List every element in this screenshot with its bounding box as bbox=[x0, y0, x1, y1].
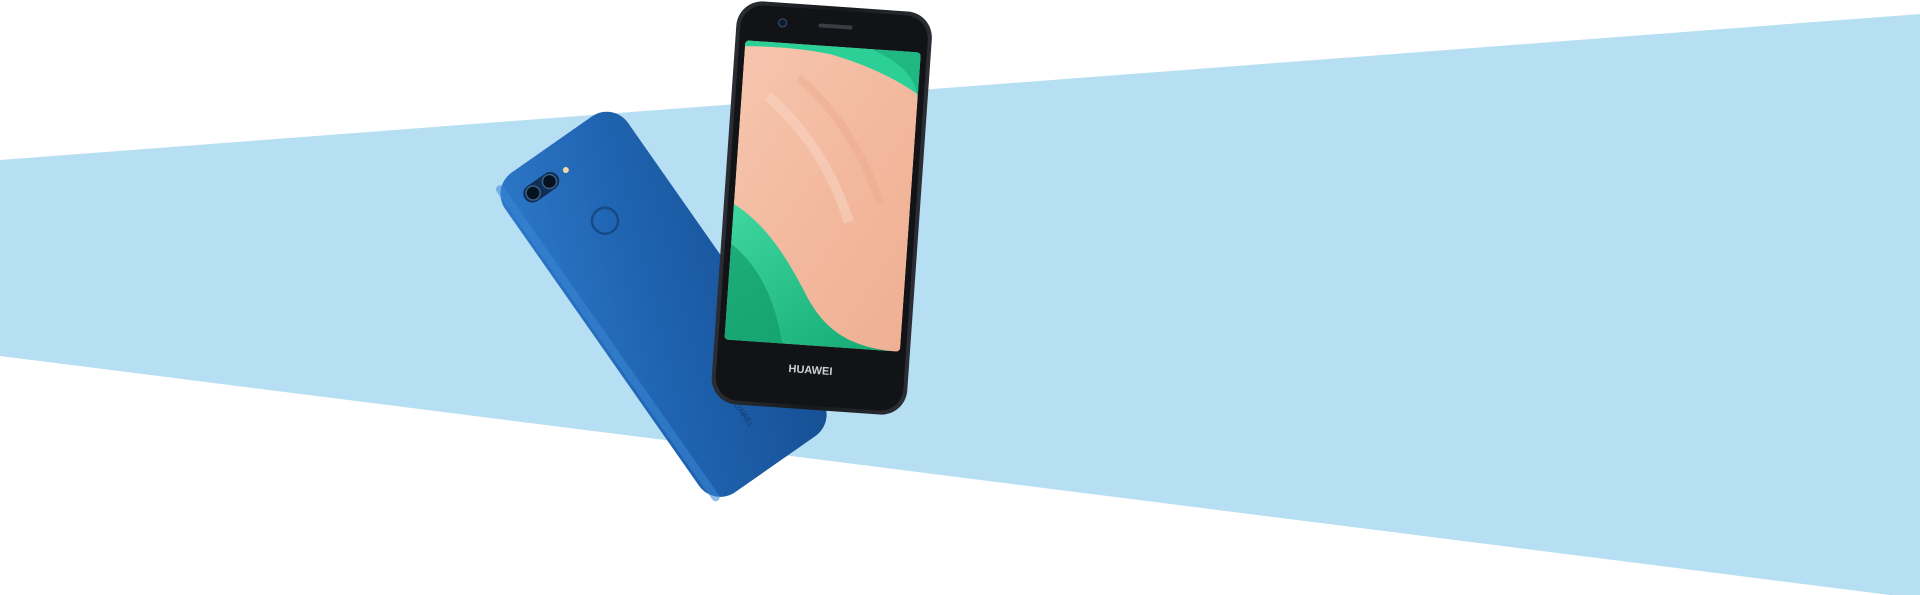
product-image-phones: HUAWEI HUAWEI bbox=[495, 1, 932, 502]
hero-banner: HUAWEI HUAWEI bbox=[0, 0, 1920, 595]
phone-screen bbox=[724, 40, 921, 352]
front-phone: HUAWEI bbox=[711, 1, 932, 415]
front-camera-icon bbox=[778, 18, 788, 28]
